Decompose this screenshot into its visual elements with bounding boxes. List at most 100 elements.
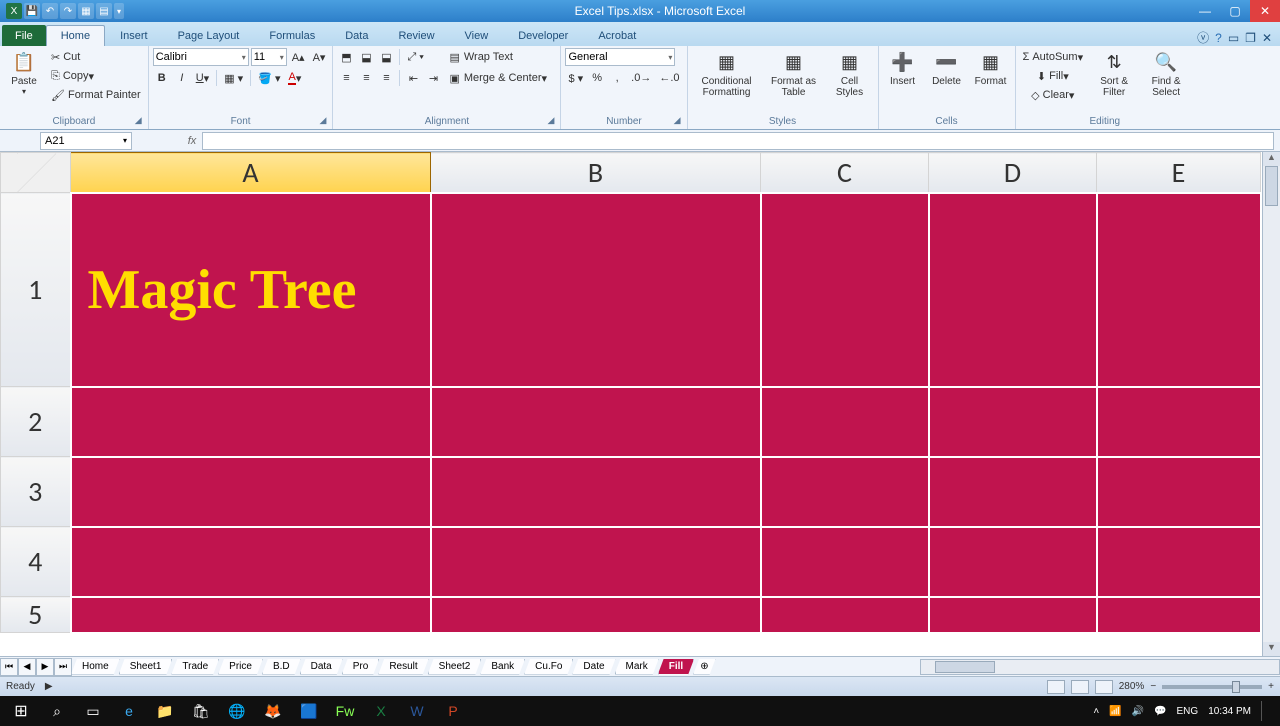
underline-button[interactable]: U ▾ xyxy=(193,69,212,87)
tab-review[interactable]: Review xyxy=(383,25,449,46)
find-select-button[interactable]: 🔍Find & Select xyxy=(1142,48,1190,100)
dialog-launcher-icon[interactable]: ◢ xyxy=(320,115,327,126)
shrink-font-button[interactable]: A▾ xyxy=(310,48,329,66)
cell[interactable] xyxy=(761,387,929,457)
format-cells-button[interactable]: ▦Format xyxy=(971,48,1011,89)
autosum-button[interactable]: Σ AutoSum ▾ xyxy=(1020,48,1087,66)
format-as-table-button[interactable]: ▦Format as Table xyxy=(766,48,822,100)
store-icon[interactable]: 🛍 xyxy=(184,697,218,725)
clear-button[interactable]: ◇ Clear ▾ xyxy=(1020,86,1087,104)
cell-a1[interactable]: Magic Tree xyxy=(71,193,431,387)
font-color-button[interactable]: A ▾ xyxy=(285,69,304,87)
cell[interactable] xyxy=(1097,457,1261,527)
hscroll-thumb[interactable] xyxy=(935,661,995,673)
app-icon[interactable]: Fw xyxy=(328,697,362,725)
cell[interactable] xyxy=(761,597,929,633)
firefox-icon[interactable]: 🦊 xyxy=(256,697,290,725)
dialog-launcher-icon[interactable]: ◢ xyxy=(548,115,555,126)
cell-b1[interactable] xyxy=(431,193,761,387)
select-all-corner[interactable] xyxy=(1,153,71,193)
comma-button[interactable]: , xyxy=(608,69,626,87)
zoom-slider[interactable] xyxy=(1162,685,1262,689)
new-sheet-button[interactable]: ⊕ xyxy=(693,659,715,675)
scroll-up-icon[interactable]: ▲ xyxy=(1263,152,1280,166)
sheet-tab[interactable]: Date xyxy=(572,659,615,675)
sheet-tab[interactable]: B.D xyxy=(262,659,301,675)
cell[interactable] xyxy=(431,457,761,527)
bold-button[interactable]: B xyxy=(153,69,171,87)
column-header-e[interactable]: E xyxy=(1097,153,1261,193)
tab-acrobat[interactable]: Acrobat xyxy=(583,25,651,46)
tab-view[interactable]: View xyxy=(450,25,504,46)
grow-font-button[interactable]: A▴ xyxy=(289,48,308,66)
save-icon[interactable]: 💾 xyxy=(24,3,40,19)
start-button[interactable]: ⊞ xyxy=(4,697,38,725)
chrome-icon[interactable]: 🌐 xyxy=(220,697,254,725)
clock[interactable]: 10:34 PM xyxy=(1208,706,1251,717)
cell-e1[interactable] xyxy=(1097,193,1261,387)
sheet-tab[interactable]: Result xyxy=(378,659,428,675)
cell[interactable] xyxy=(929,457,1097,527)
notifications-icon[interactable]: 💬 xyxy=(1154,706,1166,717)
maximize-button[interactable]: ▢ xyxy=(1220,0,1250,22)
zoom-handle[interactable] xyxy=(1232,681,1240,693)
italic-button[interactable]: I xyxy=(173,69,191,87)
cell[interactable] xyxy=(929,527,1097,597)
minimize-ribbon-icon[interactable]: ⓥ xyxy=(1197,29,1209,46)
cell[interactable] xyxy=(1097,387,1261,457)
word-taskbar-icon[interactable]: W xyxy=(400,697,434,725)
sheet-tab-active[interactable]: Fill xyxy=(658,659,694,675)
edge-icon[interactable]: e xyxy=(112,697,146,725)
qat-icon[interactable]: ▤ xyxy=(96,3,112,19)
align-right-button[interactable]: ≡ xyxy=(377,69,395,87)
orientation-button[interactable]: ⤢ ▾ xyxy=(404,48,426,66)
sheet-nav-next[interactable]: ▶ xyxy=(36,658,54,676)
horizontal-scrollbar[interactable] xyxy=(920,659,1280,675)
dialog-launcher-icon[interactable]: ◢ xyxy=(674,115,681,126)
zoom-in-button[interactable]: + xyxy=(1268,681,1274,692)
page-break-view-button[interactable] xyxy=(1095,680,1113,694)
tab-file[interactable]: File xyxy=(2,25,46,46)
scroll-down-icon[interactable]: ▼ xyxy=(1263,642,1280,656)
help-icon[interactable]: ? xyxy=(1215,31,1222,45)
cell[interactable] xyxy=(929,387,1097,457)
cell-styles-button[interactable]: ▦Cell Styles xyxy=(826,48,874,100)
sheet-tab[interactable]: Price xyxy=(218,659,263,675)
tab-data[interactable]: Data xyxy=(330,25,383,46)
column-header-d[interactable]: D xyxy=(929,153,1097,193)
indent-increase-button[interactable]: ⇥ xyxy=(424,69,442,87)
delete-cells-button[interactable]: ➖Delete xyxy=(927,48,967,89)
sheet-tab[interactable]: Cu.Fo xyxy=(524,659,573,675)
align-middle-button[interactable]: ⬓ xyxy=(357,48,375,66)
conditional-formatting-button[interactable]: ▦Conditional Formatting xyxy=(692,48,762,100)
fill-button[interactable]: ⬇ Fill ▾ xyxy=(1020,67,1087,85)
language-indicator[interactable]: ENG xyxy=(1177,706,1199,717)
qat-icon[interactable]: ▦ xyxy=(78,3,94,19)
number-format-combo[interactable]: General▾ xyxy=(565,48,675,66)
cell[interactable] xyxy=(431,387,761,457)
percent-button[interactable]: % xyxy=(588,69,606,87)
cell[interactable] xyxy=(431,597,761,633)
cell[interactable] xyxy=(431,527,761,597)
cell-d1[interactable] xyxy=(929,193,1097,387)
cell[interactable] xyxy=(71,457,431,527)
cell[interactable] xyxy=(929,597,1097,633)
cell[interactable] xyxy=(71,597,431,633)
page-layout-view-button[interactable] xyxy=(1071,680,1089,694)
app-icon[interactable]: 🟦 xyxy=(292,697,326,725)
row-header-5[interactable]: 5 xyxy=(1,597,71,633)
sheet-nav-prev[interactable]: ◀ xyxy=(18,658,36,676)
sheet-tab[interactable]: Trade xyxy=(171,659,219,675)
paste-button[interactable]: 📋 Paste ▾ xyxy=(4,48,44,98)
cell[interactable] xyxy=(71,527,431,597)
undo-icon[interactable]: ↶ xyxy=(42,3,58,19)
row-header-1[interactable]: 1 xyxy=(1,193,71,387)
fill-color-button[interactable]: 🪣 ▾ xyxy=(255,69,283,87)
cell[interactable] xyxy=(761,527,929,597)
minimize-button[interactable]: — xyxy=(1190,0,1220,22)
zoom-out-button[interactable]: − xyxy=(1150,681,1156,692)
sheet-tab[interactable]: Pro xyxy=(342,659,380,675)
sheet-nav-first[interactable]: ⏮ xyxy=(0,658,18,676)
align-bottom-button[interactable]: ⬓ xyxy=(377,48,395,66)
sheet-tab[interactable]: Home xyxy=(71,659,120,675)
